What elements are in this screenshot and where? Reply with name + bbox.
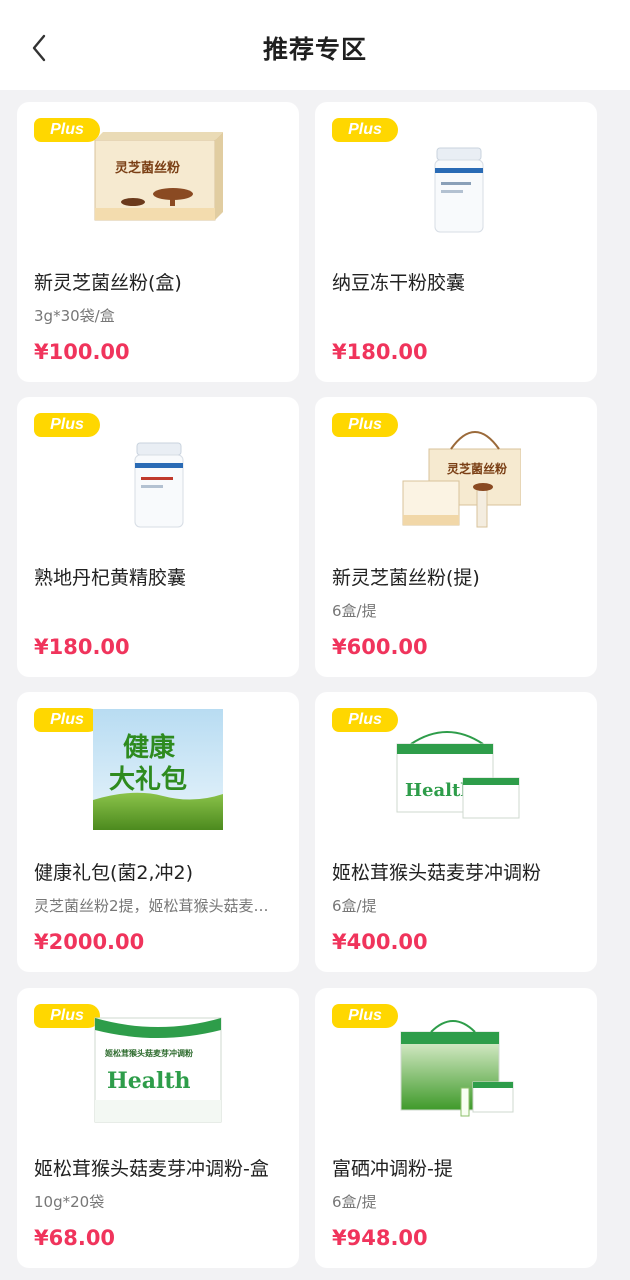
product-price: ¥68.00 bbox=[34, 1226, 116, 1250]
product-image: 健康 大礼包 bbox=[93, 709, 223, 830]
product-card[interactable]: Plus 健康 大礼包 健康礼包(菌2,冲2) 灵芝菌丝粉2提，姬松茸猴头菇麦…… bbox=[17, 692, 299, 972]
product-image: Health bbox=[396, 731, 520, 819]
product-price: ¥948.00 bbox=[332, 1226, 428, 1250]
product-image: 姬松茸猴头菇麦芽冲调粉 Health bbox=[94, 1017, 222, 1123]
product-card[interactable]: Plus 熟地丹杞黄精胶囊 ¥180.00 bbox=[17, 397, 299, 677]
plus-badge: Plus bbox=[332, 413, 398, 437]
plus-badge: Plus bbox=[34, 1004, 100, 1028]
product-image: 灵芝菌丝粉 bbox=[402, 431, 521, 528]
product-spec: 6盒/提 bbox=[332, 897, 377, 915]
svg-text:灵芝菌丝粉: 灵芝菌丝粉 bbox=[115, 160, 180, 176]
product-spec: 6盒/提 bbox=[332, 1193, 377, 1211]
plus-badge: Plus bbox=[332, 1004, 398, 1028]
product-image: 灵芝菌丝粉 bbox=[94, 132, 223, 221]
product-image bbox=[434, 147, 484, 233]
plus-badge: Plus bbox=[34, 118, 100, 142]
product-spec: 6盒/提 bbox=[332, 602, 377, 620]
svg-text:大礼包: 大礼包 bbox=[109, 764, 187, 795]
product-price: ¥2000.00 bbox=[34, 930, 145, 954]
product-name: 熟地丹杞黄精胶囊 bbox=[34, 567, 187, 589]
plus-badge: Plus bbox=[34, 708, 100, 732]
plus-badge: Plus bbox=[34, 413, 100, 437]
product-card[interactable]: Plus 灵芝菌丝粉 新灵芝菌丝粉(提) 6盒/提 ¥600.00 bbox=[315, 397, 597, 677]
product-image bbox=[400, 1020, 514, 1117]
page-title: 推荐专区 bbox=[262, 35, 367, 64]
product-image bbox=[134, 442, 184, 528]
product-price: ¥400.00 bbox=[332, 930, 428, 954]
product-spec: 3g*30袋/盒 bbox=[34, 307, 115, 325]
svg-text:姬松茸猴头菇麦芽冲调粉: 姬松茸猴头菇麦芽冲调粉 bbox=[104, 1048, 193, 1058]
product-card[interactable]: Plus 富硒冲调粉-提 6盒/提 ¥948.00 bbox=[315, 988, 597, 1268]
product-name: 富硒冲调粉-提 bbox=[332, 1158, 453, 1180]
product-card[interactable]: Plus Health 姬松茸猴头菇麦芽冲调粉 6盒/提 ¥400.00 bbox=[315, 692, 597, 972]
product-name: 姬松茸猴头菇麦芽冲调粉 bbox=[332, 862, 542, 884]
product-price: ¥600.00 bbox=[332, 635, 428, 659]
product-name: 新灵芝菌丝粉(盒) bbox=[34, 272, 182, 294]
plus-badge: Plus bbox=[332, 708, 398, 732]
product-price: ¥180.00 bbox=[34, 635, 130, 659]
product-name: 新灵芝菌丝粉(提) bbox=[332, 567, 480, 589]
product-price: ¥180.00 bbox=[332, 340, 428, 364]
svg-text:健康: 健康 bbox=[123, 732, 176, 763]
svg-text:Health: Health bbox=[107, 1068, 191, 1094]
product-name: 纳豆冻干粉胶囊 bbox=[332, 272, 466, 294]
product-card[interactable]: Plus 姬松茸猴头菇麦芽冲调粉 Health 姬松茸猴头菇麦芽冲调粉-盒 10… bbox=[17, 988, 299, 1268]
product-name: 健康礼包(菌2,冲2) bbox=[34, 862, 194, 884]
product-spec: 灵芝菌丝粉2提，姬松茸猴头菇麦… bbox=[34, 897, 269, 915]
product-spec: 10g*20袋 bbox=[34, 1193, 105, 1211]
product-card[interactable]: Plus 灵芝菌丝粉 新灵芝菌丝粉(盒) 3g*30袋/盒 ¥100.00 bbox=[17, 102, 299, 382]
top-bar: 推荐专区 bbox=[0, 0, 630, 90]
product-card[interactable]: Plus 纳豆冻干粉胶囊 ¥180.00 bbox=[315, 102, 597, 382]
product-name: 姬松茸猴头菇麦芽冲调粉-盒 bbox=[34, 1158, 269, 1180]
product-price: ¥100.00 bbox=[34, 340, 130, 364]
plus-badge: Plus bbox=[332, 118, 398, 142]
svg-text:灵芝菌丝粉: 灵芝菌丝粉 bbox=[447, 461, 507, 476]
